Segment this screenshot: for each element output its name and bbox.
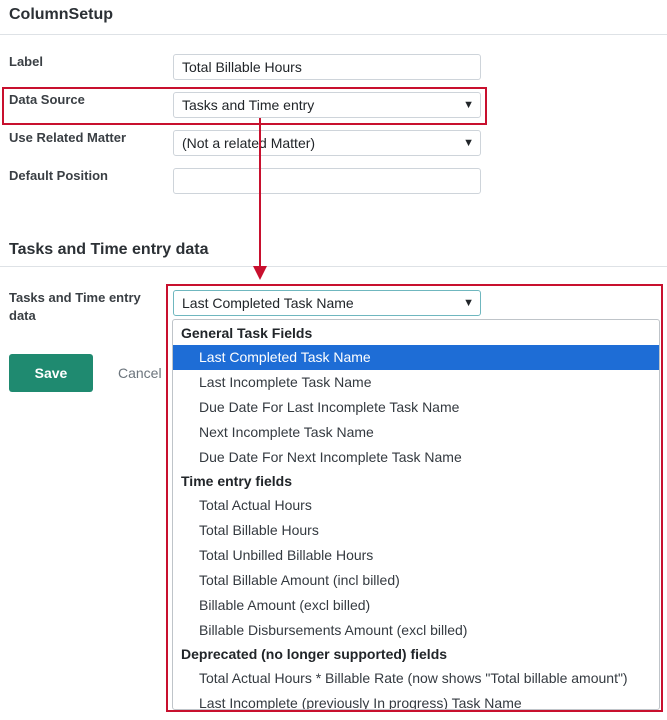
page-title: ColumnSetup [9,6,113,23]
annotation-arrow-head [253,266,267,280]
task-data-label: Tasks and Time entry data [9,289,141,325]
dropdown-highlight-box [166,284,663,712]
related-matter-label: Use Related Matter [9,130,127,145]
task-data-label-line1: Tasks and Time entry [9,290,141,305]
section-divider [0,266,667,267]
default-position-input[interactable] [173,168,481,194]
annotation-arrow-line [259,118,261,270]
data-source-highlight-box [2,87,487,125]
related-matter-select[interactable]: (Not a related Matter) ▼ [173,130,481,156]
label-field-label: Label [9,54,43,69]
section-title: Tasks and Time entry data [9,241,209,258]
task-data-label-line2: data [9,308,36,323]
label-input[interactable]: Total Billable Hours [173,54,481,80]
related-matter-value: (Not a related Matter) [182,135,316,151]
title-divider [0,34,667,35]
default-position-label: Default Position [9,168,108,183]
chevron-down-icon: ▼ [463,137,474,149]
cancel-link[interactable]: Cancel [118,365,162,381]
save-button[interactable]: Save [9,354,93,392]
